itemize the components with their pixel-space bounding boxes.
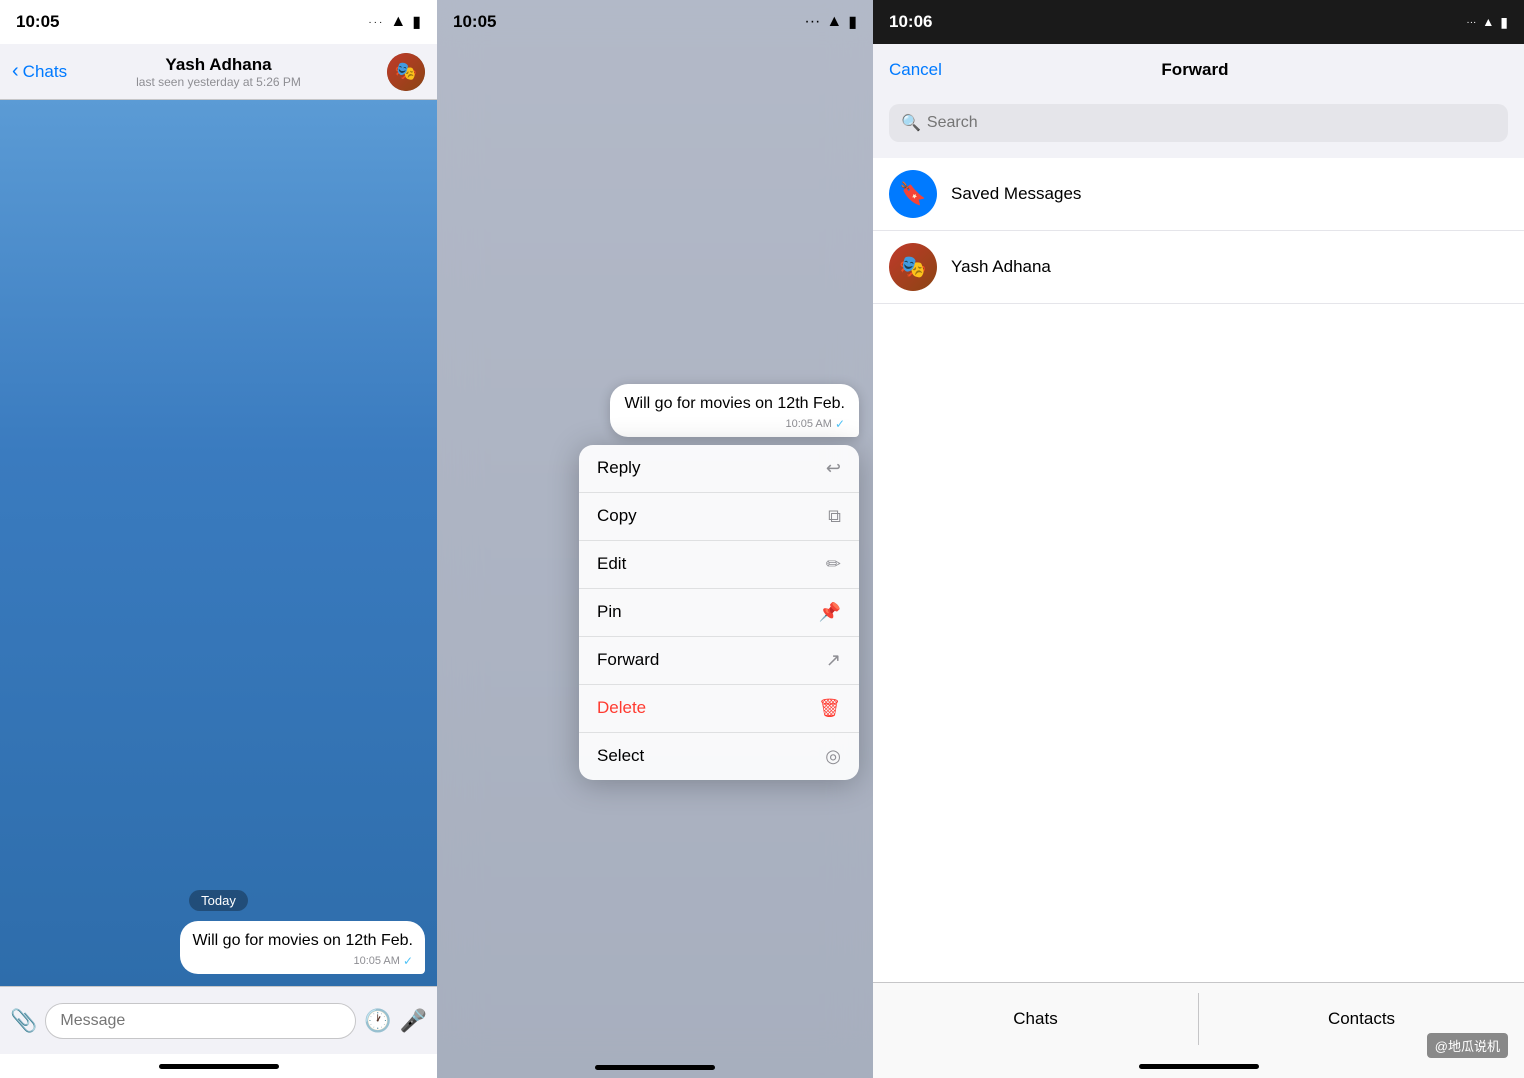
mic-icon[interactable]: 🎤 [400, 1008, 427, 1034]
menu-label-reply: Reply [597, 458, 640, 478]
menu-label-select: Select [597, 746, 644, 766]
yash-avatar-icon: 🎭 [899, 254, 926, 280]
input-bar: 📎 🕐 🎤 [0, 986, 437, 1054]
attach-icon[interactable]: 📎 [10, 1008, 37, 1034]
list-item-yash-adhana[interactable]: 🎭 Yash Adhana [873, 231, 1524, 304]
saved-messages-avatar: 🔖 [889, 170, 937, 218]
avatar-image: 🎭 [387, 53, 425, 91]
preview-check-icon: ✓ [835, 417, 845, 431]
avatar[interactable]: 🎭 [387, 53, 425, 91]
cancel-button[interactable]: Cancel [889, 60, 942, 80]
fwd-battery-icon: ▮ [1500, 14, 1508, 31]
yash-avatar: 🎭 [889, 243, 937, 291]
saved-messages-label: Saved Messages [951, 184, 1081, 204]
reply-icon: ↩ [826, 458, 841, 479]
select-icon: ◎ [825, 746, 841, 767]
edit-icon: ✏ [826, 554, 841, 575]
read-receipt-icon: ✓ [403, 954, 413, 968]
chat-panel: 10:05 ··· ▲ ▮ ‹ Chats Yash Adhana last s… [0, 0, 437, 1078]
back-label[interactable]: Chats [23, 62, 67, 82]
signal-icon: ··· [368, 17, 384, 28]
saved-messages-icon: 🔖 [899, 181, 926, 207]
list-item-saved-messages[interactable]: 🔖 Saved Messages [873, 158, 1524, 231]
menu-item-edit[interactable]: Edit ✏ [579, 541, 859, 589]
wifi-icon: ▲ [390, 13, 406, 31]
search-icon: 🔍 [901, 113, 921, 133]
battery-icon: ▮ [412, 12, 421, 32]
copy-icon: ⧉ [828, 506, 841, 527]
today-label: Today [189, 890, 248, 911]
search-input[interactable] [927, 114, 1496, 132]
preview-bubble: Will go for movies on 12th Feb. 10:05 AM… [610, 384, 859, 437]
fwd-wifi-icon: ▲ [1482, 15, 1494, 29]
forward-home-indicator [873, 1054, 1524, 1078]
menu-label-copy: Copy [597, 506, 637, 526]
preview-meta: 10:05 AM ✓ [624, 417, 845, 431]
back-button[interactable]: ‹ Chats [12, 60, 67, 83]
message-meta: 10:05 AM ✓ [192, 954, 413, 968]
chat-background: Today Will go for movies on 12th Feb. 10… [0, 100, 437, 986]
menu-wifi-icon: ▲ [826, 13, 842, 31]
yash-adhana-label: Yash Adhana [951, 257, 1051, 277]
status-bar-forward: 10:06 ··· ▲ ▮ [873, 0, 1524, 44]
menu-item-select[interactable]: Select ◎ [579, 733, 859, 780]
menu-signal-icon: ··· [804, 13, 820, 31]
menu-home-bar [595, 1065, 715, 1070]
menu-item-forward[interactable]: Forward ↗ [579, 637, 859, 685]
forward-nav: Cancel Forward [873, 44, 1524, 96]
menu-item-copy[interactable]: Copy ⧉ [579, 493, 859, 541]
menu-label-edit: Edit [597, 554, 626, 574]
nav-center: Yash Adhana last seen yesterday at 5:26 … [136, 55, 301, 89]
watermark: @地瓜说机 [1427, 1033, 1508, 1058]
search-bar[interactable]: 🔍 [889, 104, 1508, 142]
status-time-chat: 10:05 [16, 12, 59, 32]
nav-bar-chat: ‹ Chats Yash Adhana last seen yesterday … [0, 44, 437, 100]
home-bar [159, 1064, 279, 1069]
fwd-signal-icon: ··· [1466, 17, 1476, 28]
menu-home-indicator [437, 1065, 873, 1070]
context-menu-panel: 10:05 ··· ▲ ▮ Will go for movies on 12th… [437, 0, 873, 1078]
tab-chats[interactable]: Chats [873, 993, 1199, 1045]
menu-item-delete[interactable]: Delete 🗑 [579, 685, 859, 733]
message-bubble[interactable]: Will go for movies on 12th Feb. 10:05 AM… [180, 921, 425, 974]
status-time-menu: 10:05 [453, 12, 496, 32]
forward-contacts-list: 🔖 Saved Messages 🎭 Yash Adhana [873, 158, 1524, 982]
menu-label-forward: Forward [597, 650, 659, 670]
pin-icon: 📌 [819, 602, 841, 623]
chats-tab-label: Chats [1013, 1009, 1057, 1028]
menu-status-icons: ··· ▲ ▮ [804, 12, 857, 32]
today-badge: Today [0, 890, 437, 911]
forward-panel-outer: 10:06 ··· ▲ ▮ Cancel Forward 🔍 🔖 Save [873, 0, 1524, 1078]
message-text: Will go for movies on 12th Feb. [192, 931, 413, 952]
contacts-tab-label: Contacts [1328, 1009, 1395, 1028]
menu-battery-icon: ▮ [848, 12, 857, 32]
back-chevron-icon: ‹ [12, 60, 19, 83]
preview-time: 10:05 AM [785, 418, 831, 430]
message-input[interactable] [45, 1003, 356, 1039]
contact-name: Yash Adhana [136, 55, 301, 75]
message-row: Will go for movies on 12th Feb. 10:05 AM… [0, 921, 437, 974]
status-bar-menu: 10:05 ··· ▲ ▮ [437, 0, 873, 44]
message-time: 10:05 AM [353, 955, 399, 967]
menu-label-pin: Pin [597, 602, 622, 622]
menu-item-pin[interactable]: Pin 📌 [579, 589, 859, 637]
status-icons-chat: ··· ▲ ▮ [368, 12, 421, 32]
menu-content: Will go for movies on 12th Feb. 10:05 AM… [437, 384, 873, 780]
fwd-home-bar [1139, 1064, 1259, 1069]
emoji-icon[interactable]: 🕐 [364, 1008, 391, 1034]
preview-message-text: Will go for movies on 12th Feb. [624, 394, 845, 415]
forward-title: Forward [1161, 60, 1228, 80]
home-indicator [0, 1054, 437, 1078]
menu-label-delete: Delete [597, 698, 646, 718]
contact-status: last seen yesterday at 5:26 PM [136, 75, 301, 89]
forward-panel: 10:06 ··· ▲ ▮ Cancel Forward 🔍 🔖 Save [873, 0, 1524, 1078]
fwd-status-icons: ··· ▲ ▮ [1466, 14, 1508, 31]
status-bar-chat: 10:05 ··· ▲ ▮ [0, 0, 437, 44]
menu-item-reply[interactable]: Reply ↩ [579, 445, 859, 493]
delete-icon: 🗑 [818, 698, 841, 719]
forward-icon: ↗ [826, 650, 841, 671]
context-menu: Reply ↩ Copy ⧉ Edit ✏ Pin 📌 Forward ↗ De… [579, 445, 859, 780]
status-time-forward: 10:06 [889, 12, 932, 32]
